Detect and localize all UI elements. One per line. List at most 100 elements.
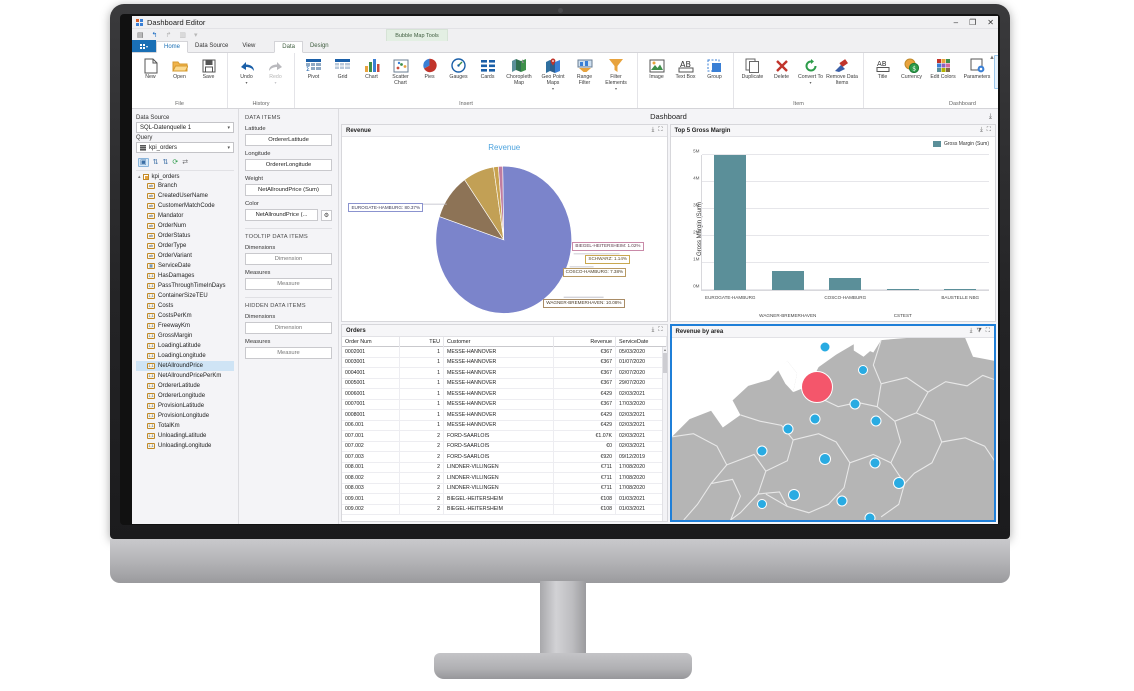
col-order-num[interactable]: Order Num — [342, 337, 400, 347]
maximize-icon[interactable]: ⛶ — [658, 327, 662, 334]
data-source-select[interactable]: SQL-Datenquelle 1 ▾ — [136, 122, 234, 133]
col-service-date[interactable]: ServiceDate — [616, 337, 667, 347]
qat-save-icon[interactable]: ▤ — [137, 32, 144, 39]
bar-4[interactable] — [944, 289, 977, 290]
qat-touch-mode-icon[interactable]: ▥ — [179, 32, 186, 39]
widget-gross-margin[interactable]: Top 5 Gross Margin ⤓ ⛶ Gross Margin (Sum… — [669, 124, 996, 322]
map-bubble-11[interactable] — [788, 488, 801, 501]
map-bubble-5[interactable] — [809, 413, 821, 425]
map-bubble-9[interactable] — [869, 457, 881, 469]
map-bubble-8[interactable] — [818, 453, 831, 466]
image-button[interactable]: Image — [642, 55, 671, 81]
map-bubble-14[interactable] — [864, 512, 876, 520]
field-item-grossmargin[interactable]: 1,1 GrossMargin — [136, 331, 234, 341]
field-item-loadinglongitude[interactable]: 1,1 LoadingLongitude — [136, 351, 234, 361]
delete-button[interactable]: Delete — [767, 55, 796, 81]
bubble-map[interactable] — [671, 338, 994, 520]
edit-colors-button[interactable]: Edit Colors — [926, 55, 960, 81]
field-list[interactable]: ab Branch ab CreatedUserName ab CustomerMatch… — [136, 181, 234, 451]
field-item-provisionlongitude[interactable]: 1,1 ProvisionLongitude — [136, 411, 234, 421]
field-item-createdusername[interactable]: ab CreatedUserName — [136, 191, 234, 201]
table-row[interactable]: 0004001 1 MESSE-HANNOVER €367 02/07/2020 — [342, 367, 667, 379]
tab-home[interactable]: Home — [156, 41, 189, 53]
field-item-costsperkm[interactable]: 1,1 CostsPerKm — [136, 311, 234, 321]
table-scrollbar[interactable]: ▴ — [661, 347, 667, 521]
bar-0[interactable] — [714, 155, 747, 290]
maximize-icon[interactable]: ⛶ — [987, 127, 991, 134]
hidden-measure-dropzone[interactable]: Measure — [245, 347, 332, 359]
filter-icon[interactable]: ⧩ — [976, 328, 981, 335]
qat-undo-icon[interactable]: ↰ — [152, 32, 158, 39]
col-customer[interactable]: Customer — [444, 337, 554, 347]
tab-view[interactable]: View — [235, 40, 262, 52]
export-icon[interactable]: ⤓ — [980, 127, 983, 134]
redo-button[interactable]: Redo ▾ — [261, 55, 290, 85]
field-item-netallroundprice[interactable]: 1,1 NetAllroundPrice — [136, 361, 234, 371]
tooltip-dimension-dropzone[interactable]: Dimension — [245, 253, 332, 265]
table-row[interactable]: 008.002 2 LINDNER-VILLINGEN €711 17/08/2020 — [342, 472, 667, 484]
map-bubble-4[interactable] — [870, 415, 882, 427]
widget-revenue-map[interactable]: Revenue by area ⤓ ⧩ ⛶ — [669, 324, 996, 522]
chart-legend[interactable]: Gross Margin (Sum) — [932, 141, 989, 147]
field-item-freewaykm[interactable]: 1,1 FreewayKm — [136, 321, 234, 331]
map-bubble-1[interactable] — [858, 364, 869, 375]
tab-design[interactable]: Design — [303, 40, 336, 52]
collapse-ribbon-icon[interactable]: ▲ — [989, 55, 995, 61]
group-button[interactable]: Group — [700, 55, 729, 81]
gauges-button[interactable]: Gauges — [444, 55, 473, 81]
field-item-orderstatus[interactable]: ab OrderStatus — [136, 231, 234, 241]
field-tree[interactable]: ▴ kpi_orders ab Branch ab CreatedUserName ab… — [136, 170, 234, 524]
export-icon[interactable]: ⤓ — [652, 127, 655, 134]
restore-button[interactable]: ❐ — [969, 18, 976, 27]
sort-az-icon[interactable]: ⇅ — [153, 159, 159, 166]
table-row[interactable]: 007.002 2 FORD-SAARLOIS €0 02/03/2021 — [342, 441, 667, 452]
field-item-hasdamages[interactable]: 1,1 HasDamages — [136, 271, 234, 281]
scroll-up-icon[interactable]: ▴ — [663, 347, 667, 352]
save-button[interactable]: Save — [194, 55, 223, 81]
table-row[interactable]: 008.003 2 LINDNER-VILLINGEN €711 17/08/2020 — [342, 483, 667, 494]
field-item-servicedate[interactable]: ▦ ServiceDate — [136, 261, 234, 271]
table-row[interactable]: 0007001 1 MESSE-HANNOVER €367 17/03/2020 — [342, 399, 667, 410]
field-item-mandator[interactable]: ab Mandator — [136, 211, 234, 221]
table-row[interactable]: 0005001 1 MESSE-HANNOVER €367 29/07/2020 — [342, 378, 667, 389]
export-icon[interactable]: ⤓ — [970, 328, 973, 335]
field-item-containersizeteu[interactable]: 1,1 ContainerSizeTEU — [136, 291, 234, 301]
col-revenue[interactable]: Revenue — [554, 337, 616, 347]
bar-3[interactable] — [886, 289, 919, 290]
table-row[interactable]: 0003001 1 MESSE-HANNOVER €367 01/07/2020 — [342, 357, 667, 368]
export-icon[interactable]: ⤓ — [989, 113, 992, 121]
maximize-icon[interactable]: ⛶ — [986, 328, 990, 335]
color-field[interactable]: NetAllroundPrice (... — [245, 209, 318, 221]
map-bubble-7[interactable] — [756, 445, 768, 457]
text-box-button[interactable]: AB Text Box — [671, 55, 700, 81]
map-bubble-12[interactable] — [756, 498, 767, 509]
table-row[interactable]: 008.001 2 LINDNER-VILLINGEN €711 17/08/2020 — [342, 462, 667, 473]
map-bubble-13[interactable] — [836, 495, 848, 507]
map-bubble-2[interactable] — [800, 371, 833, 404]
col-teu[interactable]: TEU — [400, 337, 444, 347]
field-item-unloadinglatitude[interactable]: 1,1 UnloadingLatitude — [136, 431, 234, 441]
expander-icon[interactable]: ▴ — [138, 174, 141, 180]
bar-2[interactable] — [829, 277, 862, 290]
open-button[interactable]: Open — [165, 55, 194, 81]
chart-button[interactable]: Chart — [357, 55, 386, 81]
widget-revenue-pie[interactable]: Revenue ⤓ ⛶ Revenue EUROGATE-HAMBURG: 80… — [341, 124, 668, 322]
file-menu-button[interactable]: ▾ — [132, 40, 156, 52]
field-item-ordertype[interactable]: ab OrderType — [136, 241, 234, 251]
new-button[interactable]: New — [136, 55, 165, 81]
widget-orders-table[interactable]: Orders ⤓ ⛶ Order Num TEU Customer Revenu… — [341, 324, 668, 522]
expand-collapse-icon[interactable]: ⇄ — [182, 159, 188, 166]
range-filter-button[interactable]: Range Filter — [570, 55, 599, 87]
scrollbar-thumb[interactable] — [662, 353, 667, 373]
table-body[interactable]: 0002001 1 MESSE-HANNOVER €367 05/03/2020 0003… — [342, 347, 667, 521]
field-item-ordernum[interactable]: ab OrderNum — [136, 221, 234, 231]
qat-redo-icon[interactable]: ↱ — [166, 32, 172, 39]
table-row[interactable]: 007.003 2 FORD-SAARLOIS €920 09/12/2019 — [342, 451, 667, 463]
grid-button[interactable]: Grid — [328, 55, 357, 81]
title-button[interactable]: AB Title — [868, 55, 897, 81]
close-button[interactable]: ✕ — [987, 18, 994, 27]
table-row[interactable]: 009.002 2 BIEGEL-HEITERSHEIM €108 01/03/2021 — [342, 504, 667, 515]
map-bubble-0[interactable] — [819, 341, 831, 353]
field-tree-root[interactable]: ▴ kpi_orders — [136, 173, 234, 181]
gear-icon[interactable]: ⚙ — [321, 209, 332, 221]
